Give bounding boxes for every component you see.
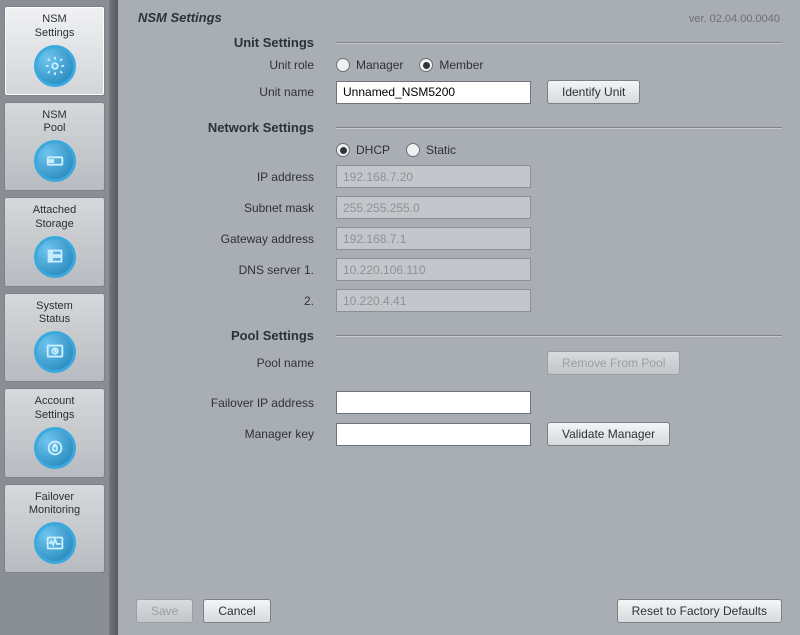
remove-from-pool-button: Remove From Pool <box>547 351 680 375</box>
monitoring-icon <box>34 522 76 564</box>
gateway-input <box>336 227 531 250</box>
sidebar-item-nsm-pool[interactable]: NSMPool <box>4 102 105 192</box>
header: NSM Settings ver. 02.04.00.0040 <box>136 8 782 31</box>
label-dns1: DNS server 1. <box>136 263 336 277</box>
label-dns2: 2. <box>136 294 336 308</box>
radio-icon <box>419 58 433 72</box>
footer: Save Cancel Reset to Factory Defaults <box>136 587 782 623</box>
radio-icon <box>336 58 350 72</box>
storage-icon <box>34 236 76 278</box>
label-subnet: Subnet mask <box>136 201 336 215</box>
subnet-input <box>336 196 531 219</box>
radio-unit-role-member[interactable]: Member <box>419 58 483 72</box>
radio-unit-role-manager[interactable]: Manager <box>336 58 403 72</box>
sidebar-label: NSMPool <box>7 109 102 137</box>
label-ip: IP address <box>136 170 336 184</box>
radio-label: DHCP <box>356 143 390 157</box>
section-title-unit: Unit Settings <box>136 35 336 50</box>
radio-icon <box>336 143 350 157</box>
sidebar-item-nsm-settings[interactable]: NSMSettings <box>4 6 105 96</box>
account-icon <box>34 427 76 469</box>
sidebar-label: FailoverMonitoring <box>7 491 102 519</box>
sidebar: NSMSettings NSMPool AttachedStorage Syst… <box>0 0 110 635</box>
radio-network-dhcp[interactable]: DHCP <box>336 143 390 157</box>
content: Unit Settings Unit role Manager Member U… <box>136 31 782 587</box>
label-manager-key: Manager key <box>136 427 336 441</box>
radio-label: Member <box>439 58 483 72</box>
label-pool-name: Pool name <box>136 356 336 370</box>
failover-ip-input[interactable] <box>336 391 531 414</box>
sidebar-item-attached-storage[interactable]: AttachedStorage <box>4 197 105 287</box>
dns2-input <box>336 289 531 312</box>
validate-manager-button[interactable]: Validate Manager <box>547 422 670 446</box>
radio-icon <box>406 143 420 157</box>
settings-icon <box>34 45 76 87</box>
main-panel: NSM Settings ver. 02.04.00.0040 Unit Set… <box>118 0 800 635</box>
sidebar-item-failover-monitoring[interactable]: FailoverMonitoring <box>4 484 105 574</box>
version-label: ver. 02.04.00.0040 <box>689 13 780 25</box>
dns1-input <box>336 258 531 281</box>
sidebar-label: NSMSettings <box>7 13 102 41</box>
sidebar-item-system-status[interactable]: SystemStatus <box>4 293 105 383</box>
status-icon <box>34 331 76 373</box>
sidebar-label: AccountSettings <box>7 395 102 423</box>
label-unit-name: Unit name <box>136 85 336 99</box>
reset-factory-button[interactable]: Reset to Factory Defaults <box>617 599 782 623</box>
cancel-button[interactable]: Cancel <box>203 599 270 623</box>
unit-name-input[interactable] <box>336 81 531 104</box>
page-title: NSM Settings <box>138 10 222 25</box>
divider <box>336 127 782 129</box>
sidebar-item-account-settings[interactable]: AccountSettings <box>4 388 105 478</box>
ip-input <box>336 165 531 188</box>
label-failover-ip: Failover IP address <box>136 396 336 410</box>
section-title-network: Network Settings <box>136 120 336 135</box>
divider <box>336 335 782 337</box>
sidebar-divider <box>110 0 118 635</box>
sidebar-label: AttachedStorage <box>7 204 102 232</box>
manager-key-input[interactable] <box>336 423 531 446</box>
divider <box>336 42 782 44</box>
label-unit-role: Unit role <box>136 58 336 72</box>
radio-network-static[interactable]: Static <box>406 143 456 157</box>
pool-icon <box>34 140 76 182</box>
section-title-pool: Pool Settings <box>136 328 336 343</box>
save-button: Save <box>136 599 193 623</box>
radio-label: Static <box>426 143 456 157</box>
identify-unit-button[interactable]: Identify Unit <box>547 80 640 104</box>
label-gateway: Gateway address <box>136 232 336 246</box>
radio-label: Manager <box>356 58 403 72</box>
sidebar-label: SystemStatus <box>7 300 102 328</box>
